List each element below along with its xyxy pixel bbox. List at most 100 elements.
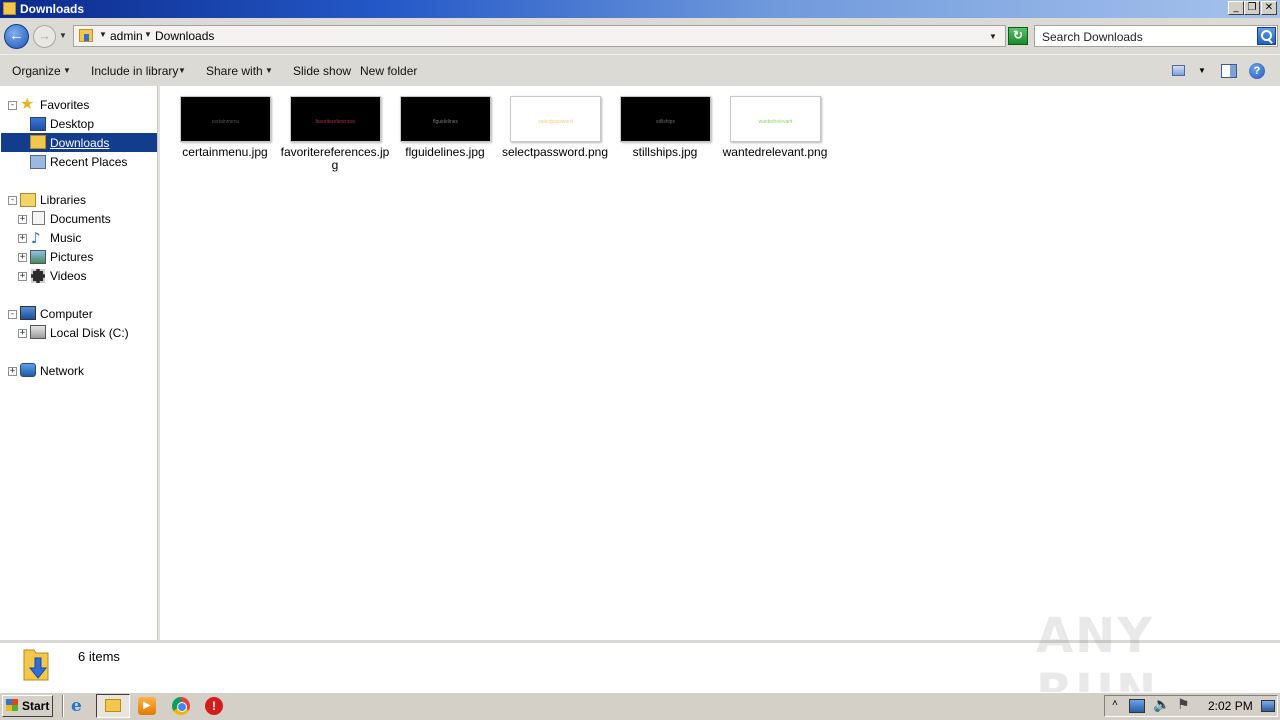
include-in-library-button[interactable]: Include in library	[91, 64, 178, 78]
collapse-toggle-computer[interactable]: -	[8, 310, 17, 319]
file-thumbnail[interactable]: wantedrelevant	[730, 96, 821, 142]
chevron-down-icon: ▼	[63, 66, 71, 75]
nav-item-videos[interactable]: Videos	[50, 269, 86, 283]
title-bar: Downloads _ ❐ ✕	[0, 0, 1280, 18]
local-disk-icon	[30, 325, 46, 339]
view-options-chevron-icon[interactable]: ▼	[1198, 66, 1206, 75]
thumbnail-caption: wantedrelevant	[758, 119, 793, 125]
expand-toggle-music[interactable]: +	[18, 234, 27, 243]
file-name[interactable]: certainmenu.jpg	[170, 146, 280, 159]
restore-button[interactable]: ❐	[1244, 1, 1260, 15]
file-name[interactable]: favoritereferences.jpg	[280, 146, 390, 172]
file-item[interactable]: certainmenu certainmenu.jpg	[170, 92, 280, 176]
breadcrumb-downloads[interactable]: Downloads	[155, 29, 214, 43]
collapse-toggle-libraries[interactable]: -	[8, 196, 17, 205]
file-item[interactable]: stillships stillships.jpg	[610, 92, 720, 176]
items-count: 6 items	[78, 649, 120, 664]
nav-libraries[interactable]: Libraries	[40, 193, 86, 207]
stop-icon[interactable]: !	[205, 697, 223, 715]
downloads-folder-icon	[79, 29, 93, 42]
nav-favorites[interactable]: Favorites	[40, 98, 89, 112]
expand-toggle-pictures[interactable]: +	[18, 253, 27, 262]
breadcrumb-admin[interactable]: admin	[110, 29, 143, 43]
back-button[interactable]: ←	[4, 24, 29, 49]
file-item[interactable]: wantedrelevant wantedrelevant.png	[720, 92, 830, 176]
show-desktop-icon[interactable]	[1261, 700, 1275, 712]
network-tray-icon[interactable]	[1129, 699, 1145, 713]
recent-places-icon	[30, 155, 46, 169]
slide-show-button[interactable]: Slide show	[293, 64, 351, 78]
nav-item-music[interactable]: Music	[50, 231, 81, 245]
folder-icon	[3, 2, 16, 15]
thumbnail-caption: favoritereferences	[315, 119, 356, 125]
address-dropdown-icon[interactable]: ▼	[989, 32, 997, 41]
expand-toggle-documents[interactable]: +	[18, 215, 27, 224]
help-icon[interactable]: ?	[1249, 63, 1265, 79]
expand-toggle-local-disk[interactable]: +	[18, 329, 27, 338]
forward-button[interactable]: →	[33, 25, 56, 48]
pictures-icon	[30, 250, 46, 264]
new-folder-button[interactable]: New folder	[360, 64, 417, 78]
nav-item-recent-places[interactable]: Recent Places	[50, 155, 127, 169]
chevron-down-icon[interactable]: ▼	[99, 30, 107, 39]
preview-pane-icon[interactable]	[1221, 64, 1237, 78]
minimize-button[interactable]: _	[1228, 1, 1244, 15]
file-thumbnail[interactable]: selectpassword	[510, 96, 601, 142]
close-button[interactable]: ✕	[1261, 1, 1277, 15]
file-item[interactable]: flguidelines flguidelines.jpg	[390, 92, 500, 176]
desktop-icon	[30, 117, 46, 131]
file-name[interactable]: stillships.jpg	[610, 146, 720, 159]
volume-icon[interactable]: 🔈	[1153, 697, 1170, 713]
network-icon	[20, 363, 36, 377]
thumbnail-caption: stillships	[656, 119, 675, 125]
explorer-icon	[105, 699, 121, 712]
music-icon: ♪	[31, 229, 41, 247]
file-item[interactable]: favoritereferences favoritereferences.jpg	[280, 92, 390, 176]
start-label: Start	[22, 699, 50, 713]
share-with-button[interactable]: Share with	[206, 64, 263, 78]
thumbnail-caption: selectpassword	[538, 119, 573, 125]
file-name[interactable]: flguidelines.jpg	[390, 146, 500, 159]
explorer-task-button[interactable]	[96, 694, 130, 718]
search-placeholder: Search Downloads	[1042, 30, 1143, 44]
thumbnail-caption: flguidelines	[432, 119, 459, 125]
nav-item-local-disk[interactable]: Local Disk (C:)	[50, 326, 129, 340]
search-input[interactable]: Search Downloads	[1034, 25, 1278, 47]
nav-item-documents[interactable]: Documents	[50, 212, 111, 226]
search-icon[interactable]	[1257, 27, 1276, 45]
internet-explorer-icon[interactable]: e	[71, 697, 89, 715]
change-view-icon[interactable]	[1172, 65, 1185, 76]
organize-button[interactable]: Organize	[12, 64, 61, 78]
chevron-down-icon[interactable]: ▼	[144, 30, 152, 39]
nav-computer[interactable]: Computer	[40, 307, 93, 321]
expand-toggle-network[interactable]: +	[8, 367, 17, 376]
nav-item-desktop[interactable]: Desktop	[50, 117, 94, 131]
file-thumbnail[interactable]: favoritereferences	[290, 96, 381, 142]
refresh-button[interactable]: ↻	[1008, 27, 1028, 45]
file-thumbnail[interactable]: flguidelines	[400, 96, 491, 142]
expand-toggle-videos[interactable]: +	[18, 272, 27, 281]
documents-icon	[32, 211, 45, 225]
file-name[interactable]: selectpassword.png	[500, 146, 610, 159]
media-player-icon[interactable]: ▶	[138, 697, 156, 715]
chrome-icon[interactable]	[172, 697, 190, 715]
libraries-icon	[20, 193, 36, 207]
windows-logo-icon	[6, 699, 18, 711]
thumbnail-caption: certainmenu	[211, 119, 240, 125]
taskbar-separator	[62, 695, 64, 717]
clock[interactable]: 2:02 PM	[1208, 699, 1253, 713]
file-name[interactable]: wantedrelevant.png	[720, 146, 830, 159]
collapse-toggle-favorites[interactable]: -	[8, 101, 17, 110]
file-thumbnail[interactable]: certainmenu	[180, 96, 271, 142]
file-item[interactable]: selectpassword selectpassword.png	[500, 92, 610, 176]
file-thumbnail[interactable]: stillships	[620, 96, 711, 142]
nav-item-pictures[interactable]: Pictures	[50, 250, 93, 264]
address-row: ← → ▼ ▼ admin ▼ Downloads ▼ ↻ Search Dow…	[0, 18, 1280, 54]
nav-network[interactable]: Network	[40, 364, 84, 378]
action-center-flag-icon[interactable]: ⚑	[1177, 697, 1190, 713]
show-hidden-icons-chevron-icon[interactable]: ˄	[1112, 698, 1118, 709]
address-bar[interactable]: ▼ admin ▼ Downloads ▼	[73, 25, 1006, 47]
recent-pages-chevron-icon[interactable]: ▼	[59, 31, 67, 40]
start-button[interactable]: Start	[2, 695, 53, 717]
nav-item-downloads[interactable]: Downloads	[50, 136, 109, 150]
